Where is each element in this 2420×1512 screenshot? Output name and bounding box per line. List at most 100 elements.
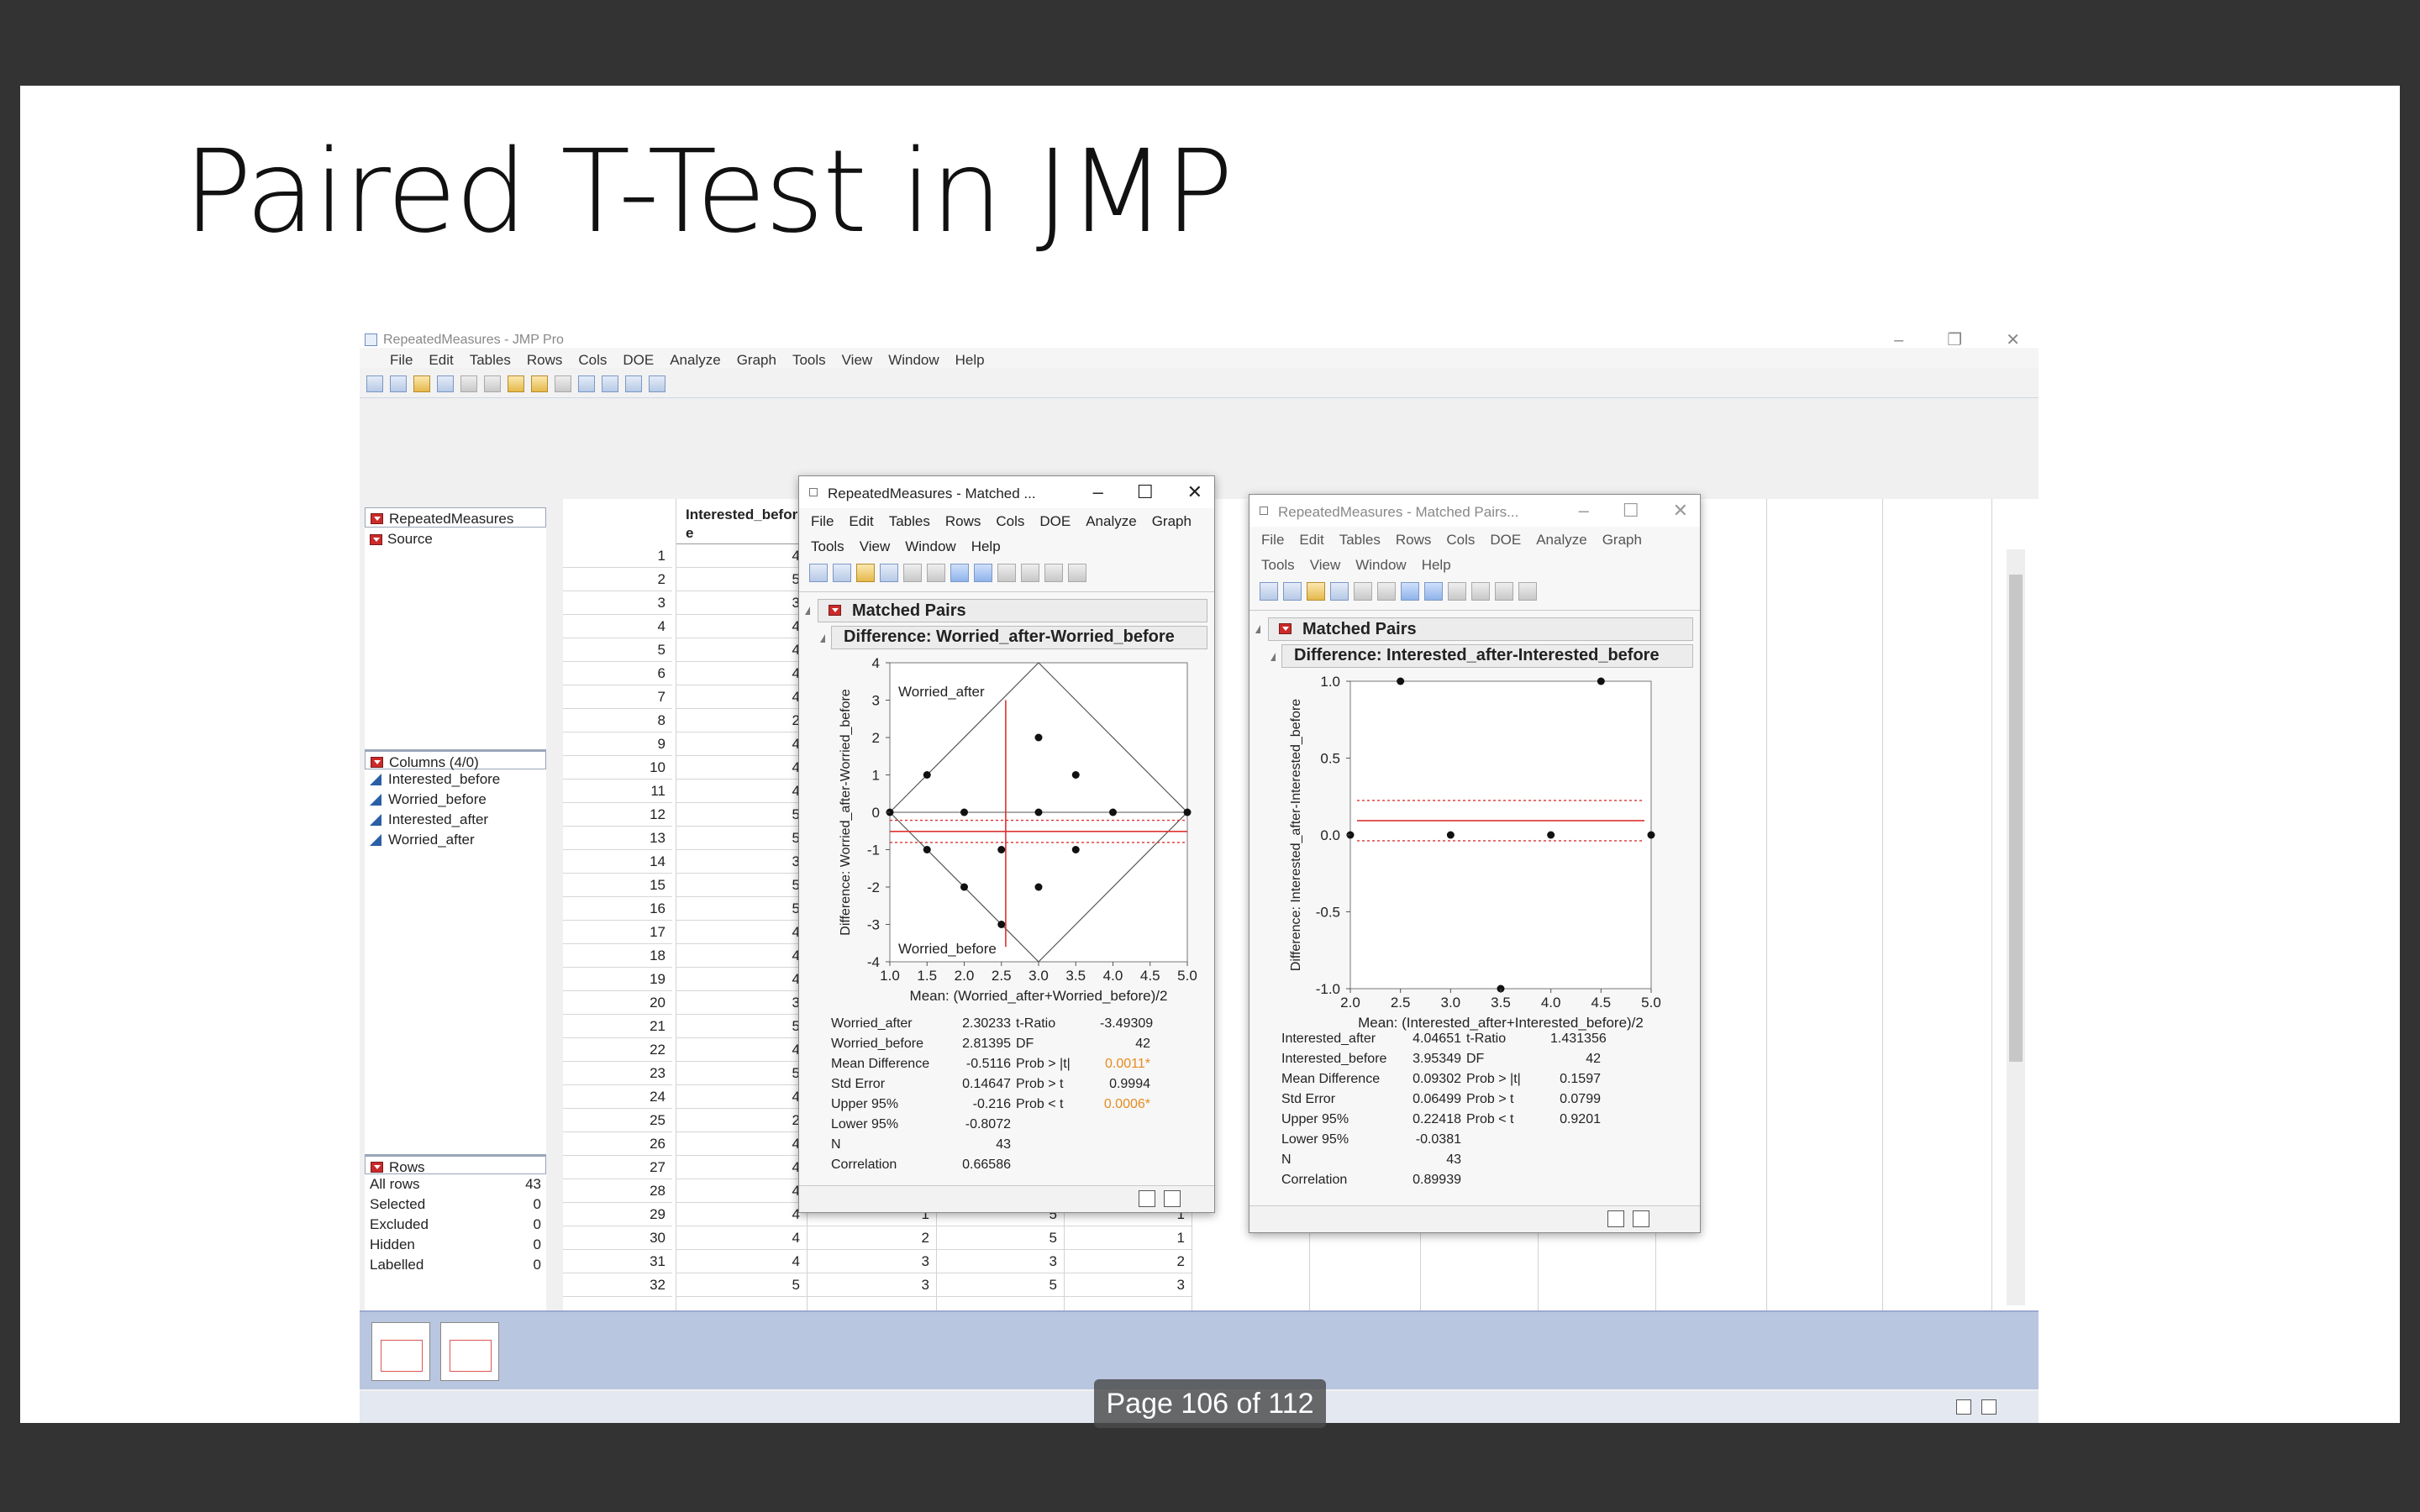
column-header-interested-before[interactable]: Interested_befor e [676, 499, 802, 544]
copy-icon[interactable] [1377, 582, 1396, 601]
row-number[interactable]: 28 [563, 1179, 672, 1203]
row-number[interactable]: 3 [563, 591, 672, 615]
red-triangle-menu-icon[interactable] [370, 534, 382, 545]
row-number[interactable]: 20 [563, 991, 672, 1015]
menu-edit[interactable]: Edit [429, 352, 453, 368]
thumbnail-report-2[interactable] [440, 1322, 499, 1381]
table-cell[interactable]: 3 [676, 850, 807, 874]
difference-header[interactable]: Difference: Worried_after-Worried_before [820, 626, 1207, 649]
data-point[interactable] [1071, 846, 1080, 853]
menu-doe[interactable]: DOE [1490, 532, 1521, 548]
magnifier-icon[interactable] [1068, 564, 1086, 582]
table-cell[interactable]: 4 [676, 1179, 807, 1203]
column-item[interactable]: Interested_after [365, 810, 546, 830]
table-cell[interactable]: 2 [1064, 1250, 1192, 1273]
menu-rows[interactable]: Rows [945, 513, 981, 529]
minimize-icon[interactable]: – [1894, 331, 1903, 349]
table-cell[interactable]: 4 [676, 1156, 807, 1179]
row-number[interactable]: 15 [563, 874, 672, 897]
new-table-icon[interactable] [1260, 582, 1278, 601]
row-number[interactable]: 11 [563, 780, 672, 803]
table-cell[interactable]: 2 [807, 1226, 936, 1250]
table-cell[interactable]: 4 [676, 1203, 807, 1226]
menu-graph[interactable]: Graph [1602, 532, 1642, 548]
row-number[interactable]: 16 [563, 897, 672, 921]
menu-file[interactable]: File [390, 352, 413, 368]
data-point[interactable] [997, 921, 1006, 928]
close-icon[interactable]: ✕ [1187, 481, 1202, 502]
column-item[interactable]: Worried_after [365, 830, 546, 850]
table-cell[interactable]: 4 [676, 1085, 807, 1109]
table-cell[interactable]: 5 [676, 803, 807, 827]
table-cell[interactable]: 4 [676, 1226, 807, 1250]
table-cell[interactable]: 4 [676, 662, 807, 685]
row-number[interactable]: 21 [563, 1015, 672, 1038]
row-number[interactable]: 19 [563, 968, 672, 991]
column-item[interactable]: Worried_before [365, 790, 546, 810]
row-number[interactable]: 8 [563, 709, 672, 732]
home-icon[interactable] [1956, 1399, 1971, 1415]
data-point[interactable] [1071, 771, 1080, 779]
difference-plot-worried[interactable]: 1.0 1.5 2.0 2.5 3.0 3.5 4.0 4.5 5.0 4 3 2 1 0 -1 -2 -3 -4… [799, 651, 1214, 1037]
new-script-icon[interactable] [1283, 582, 1302, 601]
save-icon[interactable] [437, 375, 454, 392]
hand-tool-icon[interactable] [997, 564, 1016, 582]
table-cell[interactable]: 4 [676, 944, 807, 968]
row-number[interactable]: 24 [563, 1085, 672, 1109]
data-point[interactable] [1597, 677, 1605, 685]
red-triangle-menu-icon[interactable] [371, 1162, 383, 1173]
home-icon[interactable] [1607, 1210, 1624, 1227]
row-number[interactable]: 1 [563, 544, 672, 568]
data-point[interactable] [923, 846, 931, 853]
menu-rows[interactable]: Rows [1396, 532, 1432, 548]
row-number[interactable]: 32 [563, 1273, 672, 1297]
columns-header[interactable]: Columns (4/0) [365, 749, 546, 770]
table-cell[interactable]: 3 [807, 1273, 936, 1297]
row-number[interactable]: 9 [563, 732, 672, 756]
red-triangle-menu-icon[interactable] [829, 605, 841, 616]
data-point[interactable] [1034, 733, 1043, 742]
menu-window[interactable]: Window [905, 538, 955, 554]
menu-rows[interactable]: Rows [527, 352, 563, 368]
row-number[interactable]: 10 [563, 756, 672, 780]
table-cell[interactable]: 5 [676, 1015, 807, 1038]
cut-icon[interactable] [1354, 582, 1372, 601]
difference-header[interactable]: Difference: Interested_after-Interested_… [1270, 644, 1693, 668]
table-cell[interactable]: 4 [676, 685, 807, 709]
row-number[interactable]: 17 [563, 921, 672, 944]
window-list-icon[interactable] [1633, 1210, 1649, 1227]
new-table-icon[interactable] [366, 375, 383, 392]
open-icon[interactable] [1307, 582, 1325, 601]
table-cell[interactable]: 4 [676, 615, 807, 638]
table-cell[interactable]: 4 [676, 1250, 807, 1273]
menu-tools[interactable]: Tools [792, 352, 826, 368]
paste-icon[interactable] [508, 375, 524, 392]
copy-icon[interactable] [927, 564, 945, 582]
row-number[interactable]: 26 [563, 1132, 672, 1156]
data-point[interactable] [960, 883, 968, 891]
row-number[interactable]: 6 [563, 662, 672, 685]
save-icon[interactable] [1330, 582, 1349, 601]
menu-tables[interactable]: Tables [889, 513, 930, 529]
save-icon[interactable] [880, 564, 898, 582]
menu-doe[interactable]: DOE [623, 352, 654, 368]
close-icon[interactable]: ✕ [1673, 500, 1688, 521]
menu-cols[interactable]: Cols [996, 513, 1024, 529]
row-number[interactable]: 12 [563, 803, 672, 827]
menu-graph[interactable]: Graph [1152, 513, 1192, 529]
crosshair-tool-icon[interactable] [974, 564, 992, 582]
open-icon[interactable] [856, 564, 875, 582]
red-triangle-menu-icon[interactable] [371, 513, 383, 524]
data-point[interactable] [1109, 808, 1117, 816]
rows-header[interactable]: Rows [365, 1154, 546, 1175]
row-number[interactable]: 31 [563, 1250, 672, 1273]
matched-pairs-header[interactable]: Matched Pairs [1255, 617, 1693, 641]
red-triangle-menu-icon[interactable] [371, 757, 383, 768]
table-cell[interactable]: 4 [676, 780, 807, 803]
menu-graph[interactable]: Graph [737, 352, 776, 368]
row-number[interactable]: 22 [563, 1038, 672, 1062]
restore-icon[interactable]: ❐ [1947, 331, 1962, 349]
row-number[interactable]: 25 [563, 1109, 672, 1132]
row-number[interactable]: 18 [563, 944, 672, 968]
data-point[interactable] [1034, 883, 1043, 891]
